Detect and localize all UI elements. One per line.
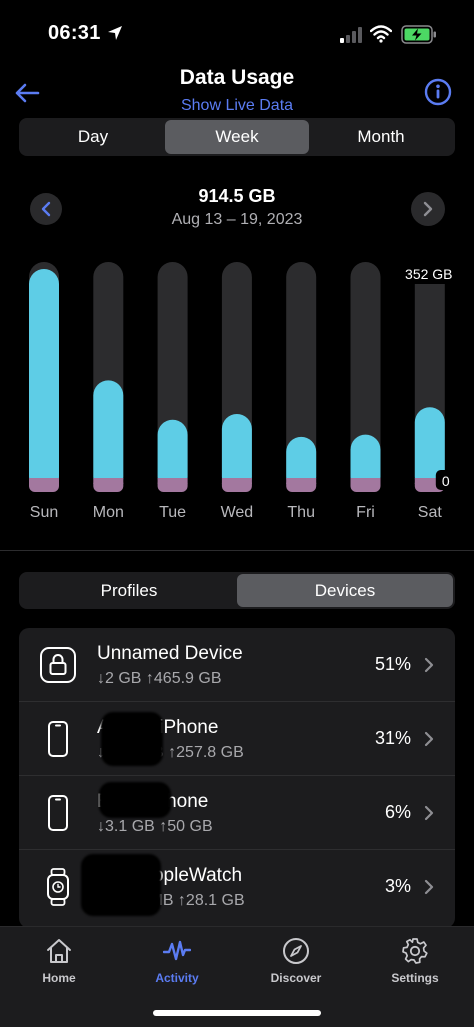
gear-icon [402, 938, 428, 964]
x-tick-label: Mon [93, 504, 124, 521]
device-row[interactable]: ErinsAppleWatch ↓186.4 MB ↑28.1 GB 3% [19, 850, 455, 924]
bar-base-top [157, 478, 188, 484]
chevron-right-icon [424, 879, 434, 895]
tab-day[interactable]: Day [21, 120, 165, 154]
tab-label: Discover [270, 971, 322, 985]
device-share: 31% [374, 728, 411, 748]
y-min-label: 0 [442, 473, 450, 489]
cellular-signal-icon [340, 27, 362, 43]
status-time: 06:31 [48, 22, 101, 44]
info-icon[interactable] [424, 78, 452, 106]
device-list: Unnamed Device ↓2 GB ↑465.9 GB 51% AMWs-… [19, 628, 455, 928]
section-divider [0, 550, 474, 551]
device-usage: ↓3.1 GB ↑50 GB [97, 818, 213, 835]
device-share: 3% [384, 876, 411, 896]
range-segmented-control: Day Week Month [19, 118, 455, 156]
phone-icon [48, 721, 68, 757]
home-icon [47, 939, 71, 963]
bar-base-top [286, 478, 317, 484]
redaction-mark [101, 712, 163, 766]
tab-label: Activity [155, 971, 199, 985]
watch-icon [47, 868, 69, 906]
redaction-mark [99, 782, 171, 818]
device-share: 6% [384, 802, 411, 822]
x-tick-label: Tue [159, 504, 186, 521]
total-usage: 914.5 GB [198, 186, 276, 206]
tab-discover[interactable]: Discover [237, 927, 355, 997]
bar-base-top [93, 478, 124, 484]
device-row[interactable]: Erin's iPhone ↓3.1 GB ↑50 GB 6% [19, 776, 455, 850]
tab-week[interactable]: Week [165, 120, 309, 154]
show-live-data-link[interactable]: Show Live Data [0, 97, 474, 115]
status-bar: 06:31 [0, 0, 474, 64]
wifi-icon [370, 25, 392, 43]
page-title: Data Usage [179, 66, 295, 89]
tab-home[interactable]: Home [0, 927, 118, 997]
chevron-right-icon [423, 201, 433, 217]
tab-month[interactable]: Month [309, 120, 453, 154]
device-share: 51% [374, 654, 411, 674]
chevron-right-icon [424, 805, 434, 821]
x-tick-label: Sat [418, 504, 443, 521]
date-range: Aug 13 – 19, 2023 [171, 211, 303, 228]
usage-bar-mon[interactable] [93, 380, 124, 492]
lock-icon [40, 647, 76, 683]
redaction-mark [81, 854, 161, 916]
view-segmented-control: Profiles Devices [19, 572, 455, 609]
bar-base-top [221, 478, 252, 484]
tab-profiles[interactable]: Profiles [21, 574, 237, 607]
device-row[interactable]: Unnamed Device ↓2 GB ↑465.9 GB 51% [19, 628, 455, 702]
daily-usage-bar-chart: Sun Mon Tue Wed Thu Fri Sat 352 GB 0 [29, 262, 459, 521]
x-tick-label: Sun [30, 504, 58, 521]
next-period-button[interactable] [411, 192, 445, 226]
activity-icon [163, 940, 191, 961]
x-tick-label: Wed [221, 504, 254, 521]
x-tick-label: Fri [356, 504, 375, 521]
tab-activity[interactable]: Activity [118, 927, 236, 997]
bar-base-top [350, 478, 381, 484]
phone-icon [48, 795, 68, 831]
tab-label: Home [42, 971, 76, 985]
bar-base-top [29, 478, 59, 484]
y-max-label: 352 GB [405, 266, 452, 282]
chevron-right-icon [424, 731, 434, 747]
device-usage: ↓2 GB ↑465.9 GB [97, 670, 222, 687]
device-name: Unnamed Device [97, 643, 243, 664]
chevron-right-icon [424, 657, 434, 673]
device-row[interactable]: AMWs-iPhone ↓24.9 GB ↑257.8 GB 31% [19, 702, 455, 776]
battery-charging-icon [401, 25, 436, 44]
home-indicator [153, 1010, 321, 1016]
location-arrow-icon [108, 26, 122, 40]
x-tick-label: Thu [287, 504, 315, 521]
compass-icon [283, 938, 309, 964]
tab-label: Settings [391, 971, 439, 985]
usage-bar-sun[interactable] [29, 269, 59, 492]
tab-devices[interactable]: Devices [237, 574, 453, 607]
tab-settings[interactable]: Settings [356, 927, 474, 997]
